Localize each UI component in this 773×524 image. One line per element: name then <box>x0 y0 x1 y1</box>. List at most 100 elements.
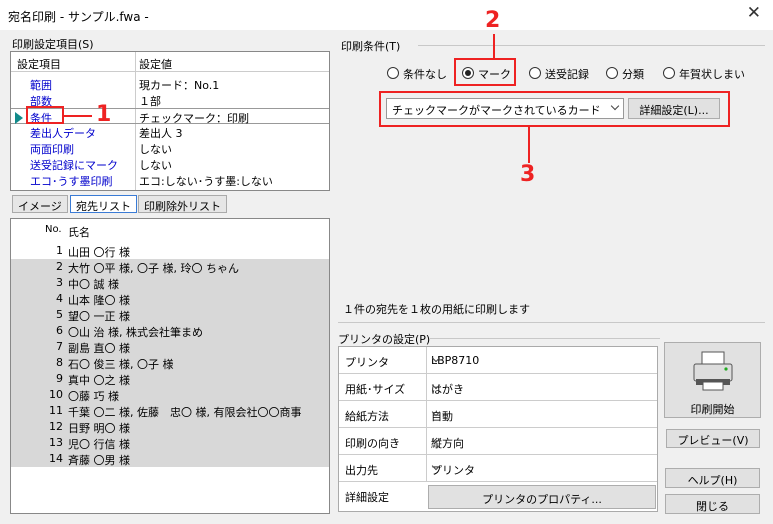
list-item[interactable]: 10 〇藤 巧 様 <box>11 387 329 403</box>
printer-row-output: 出力先 プリンタ <box>339 455 657 482</box>
window-title: 宛名印刷 - サンプル.fwa - <box>8 10 149 24</box>
list-header-no: No. <box>45 224 62 235</box>
close-button[interactable]: 閉じる <box>665 494 760 514</box>
list-item[interactable]: 1 山田 〇行 様 <box>11 243 329 259</box>
print-conditions-label: 印刷条件(T) <box>341 40 401 53</box>
settings-row-duplex[interactable]: 両面印刷 しない <box>11 140 329 156</box>
list-name: 山田 〇行 様 <box>68 246 130 259</box>
address-list: No. 氏名 1 山田 〇行 様 2 大竹 〇平 様, 〇子 様, 玲〇 ちゃん 3… <box>10 218 330 514</box>
settings-row-sender[interactable]: 差出人データ 差出人 3 <box>11 124 329 140</box>
settings-value: 差出人 3 <box>139 127 183 140</box>
list-header: No. 氏名 <box>11 223 329 239</box>
list-name: 真中 〇之 様 <box>68 374 130 387</box>
list-name: 大竹 〇平 様, 〇子 様, 玲〇 ちゃん <box>68 262 239 275</box>
list-item[interactable]: 2 大竹 〇平 様, 〇子 様, 玲〇 ちゃん <box>11 259 329 275</box>
settings-item: エコ･うす墨印刷 <box>30 175 113 188</box>
printer-row-printer: プリンタ LBP8710 <box>339 347 657 374</box>
list-name: 山本 隆〇 様 <box>68 294 130 307</box>
radio-button-icon <box>663 67 675 79</box>
list-name: 望〇 一正 様 <box>68 310 130 323</box>
list-item[interactable]: 7 副島 直〇 様 <box>11 339 329 355</box>
list-item[interactable]: 8 石〇 俊三 様, 〇子 様 <box>11 355 329 371</box>
list-item[interactable]: 3 中〇 誠 様 <box>11 275 329 291</box>
chevron-down-icon <box>431 382 441 392</box>
list-item[interactable]: 13 児〇 行信 様 <box>11 435 329 451</box>
list-no: 3 <box>56 276 63 289</box>
printer-row-label: 印刷の向き <box>345 437 400 450</box>
list-name: 副島 直〇 様 <box>68 342 130 355</box>
printer-settings-label: プリンタの設定(P) <box>338 333 431 346</box>
settings-header-item: 設定項目 <box>17 58 61 71</box>
printer-row-label: 用紙･サイズ <box>345 383 406 396</box>
list-item[interactable]: 11 千葉 〇二 様, 佐藤 忠〇 様, 有限会社〇〇商事 <box>11 403 329 419</box>
radio-label: 年賀状しまい <box>679 68 745 81</box>
list-no: 13 <box>49 436 63 449</box>
list-no: 12 <box>49 420 63 433</box>
tab-image[interactable]: イメージ <box>12 195 68 213</box>
list-item[interactable]: 9 真中 〇之 様 <box>11 371 329 387</box>
list-name: 中〇 誠 様 <box>68 278 119 291</box>
list-no: 2 <box>56 260 63 273</box>
group-divider <box>338 322 765 323</box>
preview-button[interactable]: プレビュー(V) <box>666 429 760 448</box>
orientation-select[interactable]: 縦方向 <box>426 428 656 454</box>
list-name: 児〇 行信 様 <box>68 438 130 451</box>
current-row-marker-icon <box>15 112 23 124</box>
list-name: 〇藤 巧 様 <box>68 390 119 403</box>
help-button[interactable]: ヘルプ(H) <box>665 468 760 488</box>
annotation-line-3 <box>528 127 530 163</box>
list-no: 5 <box>56 308 63 321</box>
list-header-name: 氏名 <box>68 226 90 239</box>
list-no: 9 <box>56 372 63 385</box>
printer-row-detail: 詳細設定 プリンタのプロパティ... <box>339 482 657 509</box>
printer-settings-grid: プリンタ LBP8710 用紙･サイズ はがき 給紙方法 自動 印刷の向き 縦方… <box>338 346 658 512</box>
tab-address-list[interactable]: 宛先リスト <box>70 195 137 213</box>
annotation-line-2 <box>493 34 495 58</box>
annotation-line-1 <box>64 115 92 117</box>
list-name: 千葉 〇二 様, 佐藤 忠〇 様, 有限会社〇〇商事 <box>68 406 302 419</box>
settings-value: しない <box>139 143 172 156</box>
list-name: 日野 明〇 様 <box>68 422 130 435</box>
settings-header-value: 設定値 <box>139 58 172 71</box>
printer-properties-button[interactable]: プリンタのプロパティ... <box>428 485 656 509</box>
printer-row-label: 給紙方法 <box>345 410 389 423</box>
settings-header: 設定項目 設定値 <box>11 52 329 72</box>
list-no: 10 <box>49 388 63 401</box>
printer-row-label: プリンタ <box>345 356 389 369</box>
settings-row-eco[interactable]: エコ･うす墨印刷 エコ:しない･うす墨:しない <box>11 172 329 188</box>
annotation-box-3 <box>379 91 730 127</box>
settings-value: １部 <box>139 95 161 108</box>
printer-row-orientation: 印刷の向き 縦方向 <box>339 428 657 455</box>
settings-item: 両面印刷 <box>30 143 74 156</box>
close-icon[interactable]: ✕ <box>747 3 761 23</box>
annotation-number-1: 1 <box>96 102 112 127</box>
list-item[interactable]: 14 斉藤 〇男 様 <box>11 451 329 467</box>
list-item[interactable]: 5 望〇 一正 様 <box>11 307 329 323</box>
printer-select[interactable]: LBP8710 <box>426 347 656 373</box>
list-no: 11 <box>49 404 63 417</box>
radio-label: 分類 <box>622 68 644 81</box>
annotation-number-2: 2 <box>485 8 501 33</box>
printer-row-label: 詳細設定 <box>345 491 389 504</box>
settings-row-record-mark[interactable]: 送受記録にマーク しない <box>11 156 329 172</box>
settings-row-range[interactable]: 範囲 現カード：No.1 <box>11 76 329 92</box>
list-item[interactable]: 6 〇山 治 様, 株式会社筆まめ <box>11 323 329 339</box>
paper-feed-select[interactable]: 自動 <box>426 401 656 427</box>
list-item[interactable]: 12 日野 明〇 様 <box>11 419 329 435</box>
print-start-button[interactable]: 印刷開始 <box>664 342 761 418</box>
tab-exclude-list[interactable]: 印刷除外リスト <box>138 195 227 213</box>
radio-button-icon <box>387 67 399 79</box>
list-name: 〇山 治 様, 株式会社筆まめ <box>68 326 203 339</box>
printer-icon <box>693 351 733 391</box>
paper-size-select[interactable]: はがき <box>426 374 656 400</box>
chevron-down-icon <box>431 409 441 419</box>
list-name: 石〇 俊三 様, 〇子 様 <box>68 358 174 371</box>
output-select[interactable]: プリンタ <box>426 455 656 481</box>
title-bar: 宛名印刷 - サンプル.fwa - ✕ <box>0 0 773 30</box>
list-no: 4 <box>56 292 63 305</box>
list-item[interactable]: 4 山本 隆〇 様 <box>11 291 329 307</box>
printer-row-paper: 用紙･サイズ はがき <box>339 374 657 401</box>
annotation-box-1 <box>26 106 64 124</box>
settings-value: しない <box>139 159 172 172</box>
chevron-down-icon <box>431 355 441 365</box>
